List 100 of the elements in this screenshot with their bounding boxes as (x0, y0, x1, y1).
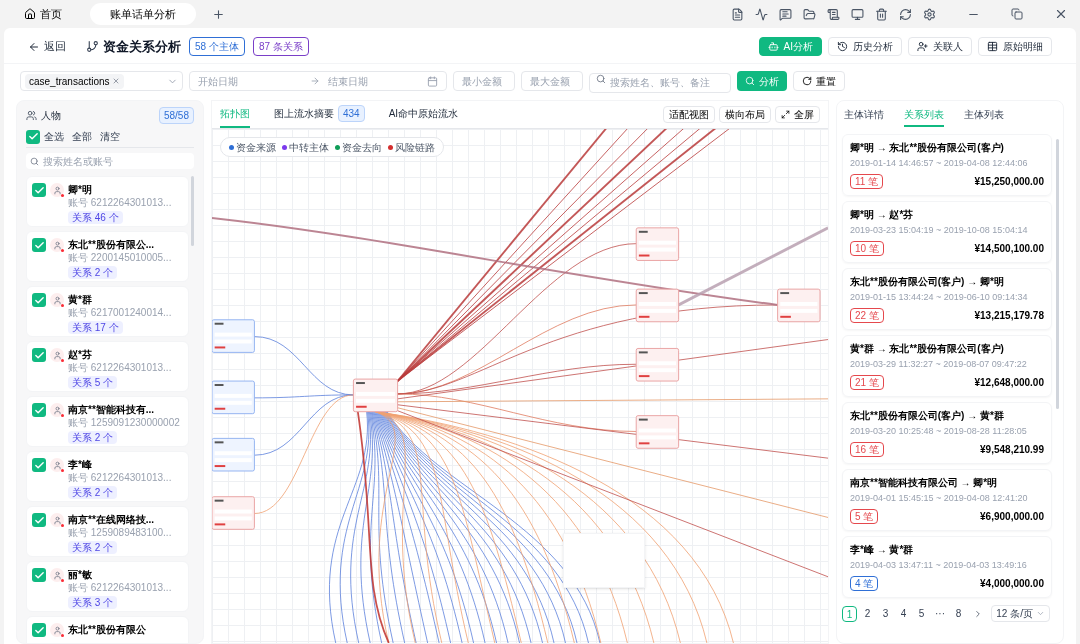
page-size-select[interactable]: 12 条/页 (991, 605, 1050, 622)
relation-card[interactable]: 黄*群 → 东北**股份有限公司(客户) 2019-03-29 11:32:27 ~ 2019-08-07 09:47:22 21 笔 ¥12,648,000.00 (842, 335, 1052, 397)
relation-card[interactable]: 李*峰 → 黄*群 2019-04-03 13:47:11 ~ 2019-04-03 13:49:16 4 笔 ¥4,000,000.00 (842, 536, 1052, 598)
relation-card[interactable]: 南京**智能科技有限公司 → 卿*明 2019-04-01 15:45:15 ~ 2019-04-08 12:41:20 5 笔 ¥6,900,000.00 (842, 469, 1052, 531)
dataset-select[interactable]: case_transactions (20, 71, 183, 91)
checkbox[interactable] (32, 293, 46, 307)
settings-icon[interactable] (923, 7, 936, 21)
graph-node[interactable] (635, 415, 680, 449)
person-card[interactable]: 黄*群 账号 6217001240014... 关系 17 个 (26, 286, 189, 337)
page-button[interactable]: 8 (951, 605, 966, 622)
checkbox[interactable] (32, 568, 46, 582)
graph-node[interactable] (212, 437, 255, 472)
transaction-count: 16 笔 (850, 442, 884, 457)
relation-amount: ¥9,548,210.99 (980, 443, 1044, 457)
relation-period: 2019-04-01 15:45:15 ~ 2019-04-08 12:41:20 (850, 492, 1029, 504)
checkbox[interactable] (32, 403, 46, 417)
person-card[interactable]: 李*峰 账号 6212264301013... 关系 2 个 (26, 451, 189, 502)
person-card[interactable]: 东北**股份有限公 (26, 616, 189, 643)
panel-tab[interactable]: 主体详情 (844, 107, 884, 127)
select-all-label[interactable]: 全选 (44, 129, 64, 144)
close-icon[interactable] (1054, 7, 1068, 21)
page-button[interactable]: 5 (914, 605, 929, 622)
transaction-count: 11 笔 (850, 174, 884, 189)
history-icon (837, 41, 848, 52)
back-button[interactable]: 返回 (28, 38, 66, 55)
panel-tab[interactable]: 主体列表 (964, 107, 1004, 127)
account-number: 账号 1259091230000002 (68, 416, 180, 429)
graph-node[interactable] (777, 288, 821, 323)
reset-button[interactable]: 重置 (793, 71, 845, 91)
person-name: 南京**在线网络技... (68, 513, 156, 526)
relation-count: 关系 2 个 (68, 266, 118, 279)
scroll-icon[interactable] (827, 7, 840, 21)
trash-icon[interactable] (875, 7, 888, 21)
min-amount-field[interactable]: 最小金额 (453, 71, 515, 91)
graph-node[interactable] (212, 380, 255, 415)
checkbox[interactable] (32, 458, 46, 472)
view-tool-button[interactable]: 横向布局 (719, 106, 771, 123)
account-number: 账号 1259089483100... (68, 526, 172, 539)
person-card[interactable]: 赵*芬 账号 6212264301013... 关系 5 个 (26, 341, 189, 392)
person-card[interactable]: 南京**在线网络技... 账号 1259089483100... 关系 2 个 (26, 506, 189, 557)
restore-icon[interactable] (1011, 8, 1023, 20)
checkbox[interactable] (32, 238, 46, 252)
person-name: 丽*敏 (68, 568, 93, 581)
branch-icon (86, 40, 99, 53)
pulse-icon[interactable] (755, 7, 768, 21)
filter-link[interactable]: 清空 (100, 129, 120, 144)
max-amount-field[interactable]: 最大金额 (521, 71, 583, 91)
view-tool-button[interactable]: 适配视图 (663, 106, 715, 123)
checkbox[interactable] (32, 183, 46, 197)
person-card[interactable]: 丽*敏 账号 6212264301013... 关系 3 个 (26, 561, 189, 612)
graph-node[interactable] (635, 347, 680, 382)
avatar-icon (50, 623, 64, 637)
window-tab[interactable]: 首页 (12, 3, 74, 25)
search-icon (745, 76, 755, 86)
header-button[interactable]: 原始明细 (978, 37, 1052, 56)
view-tab[interactable]: 图上流水摘要 434 (274, 101, 365, 128)
relation-count: 关系 46 个 (68, 211, 123, 224)
page-button[interactable]: 3 (878, 605, 893, 622)
checkbox[interactable] (26, 129, 40, 144)
graph-node[interactable] (212, 496, 255, 530)
message-icon[interactable] (779, 7, 792, 21)
checkbox[interactable] (32, 513, 46, 527)
remove-icon[interactable] (111, 77, 120, 85)
next-page-icon[interactable] (973, 608, 983, 619)
header-button[interactable]: 历史分析 (828, 37, 902, 56)
legend-label: 资金去向 (342, 140, 382, 155)
page-button[interactable]: 2 (860, 605, 875, 622)
relation-card[interactable]: 东北**股份有限公司(客户) → 黄*群 2019-03-20 10:25:48 ~ 2019-08-28 11:28:05 16 笔 ¥9,548,210.99 (842, 402, 1052, 464)
page-button[interactable]: 4 (896, 605, 911, 622)
page-button[interactable]: ··· (932, 605, 948, 622)
relation-card[interactable]: 东北**股份有限公司(客户) → 卿*明 2019-01-15 13:44:24 ~ 2019-06-10 09:14:34 22 笔 ¥13,215,179.78 (842, 268, 1052, 330)
checkbox[interactable] (32, 348, 46, 362)
document-icon[interactable] (731, 7, 744, 21)
avatar-icon (50, 513, 64, 527)
graph-node[interactable] (635, 288, 680, 323)
refresh-icon[interactable] (899, 7, 912, 21)
new-tab-icon[interactable] (212, 7, 225, 21)
checkbox[interactable] (32, 623, 46, 637)
search-field[interactable]: 搜索姓名、账号、备注 (589, 72, 731, 93)
monitor-icon[interactable] (851, 7, 864, 21)
graph-node[interactable] (635, 227, 680, 261)
filter-link[interactable]: 全部 (72, 129, 92, 144)
graph-node[interactable] (212, 319, 255, 353)
relation-title: 卿*明 → 赵*芬 (850, 208, 915, 221)
view-tool-button[interactable]: 全屏 (775, 106, 820, 123)
person-card[interactable]: 东北**股份有限公... 账号 2200145010005... 关系 2 个 (26, 231, 189, 282)
relation-card[interactable]: 卿*明 → 东北**股份有限公司(客户) 2019-01-14 14:46:57 ~ 2019-04-08 12:44:06 11 笔 ¥15,250,000.00 (842, 134, 1052, 196)
person-card[interactable]: 卿*明 账号 6212264301013... 关系 46 个 (26, 176, 189, 227)
graph-node[interactable] (352, 378, 399, 413)
header-button[interactable]: 关联人 (908, 37, 972, 56)
person-name: 李*峰 (68, 458, 93, 471)
account-number: 账号 6212264301013... (68, 471, 172, 484)
window-tab[interactable]: 账单话单分析 (90, 3, 196, 25)
relation-card[interactable]: 卿*明 → 赵*芬 2019-03-23 15:04:19 ~ 2019-10-08 15:04:14 10 笔 ¥14,500,100.00 (842, 201, 1052, 263)
search-icon (596, 74, 606, 84)
person-card[interactable]: 南京**智能科技有... 账号 1259091230000002 关系 2 个 (26, 396, 189, 447)
relation-count: 关系 17 个 (68, 321, 123, 334)
view-tab[interactable]: AI命中原始流水 (388, 101, 459, 128)
relation-period: 2019-01-15 13:44:24 ~ 2019-06-10 09:14:34 (850, 291, 1029, 303)
folder-icon[interactable] (803, 7, 816, 21)
